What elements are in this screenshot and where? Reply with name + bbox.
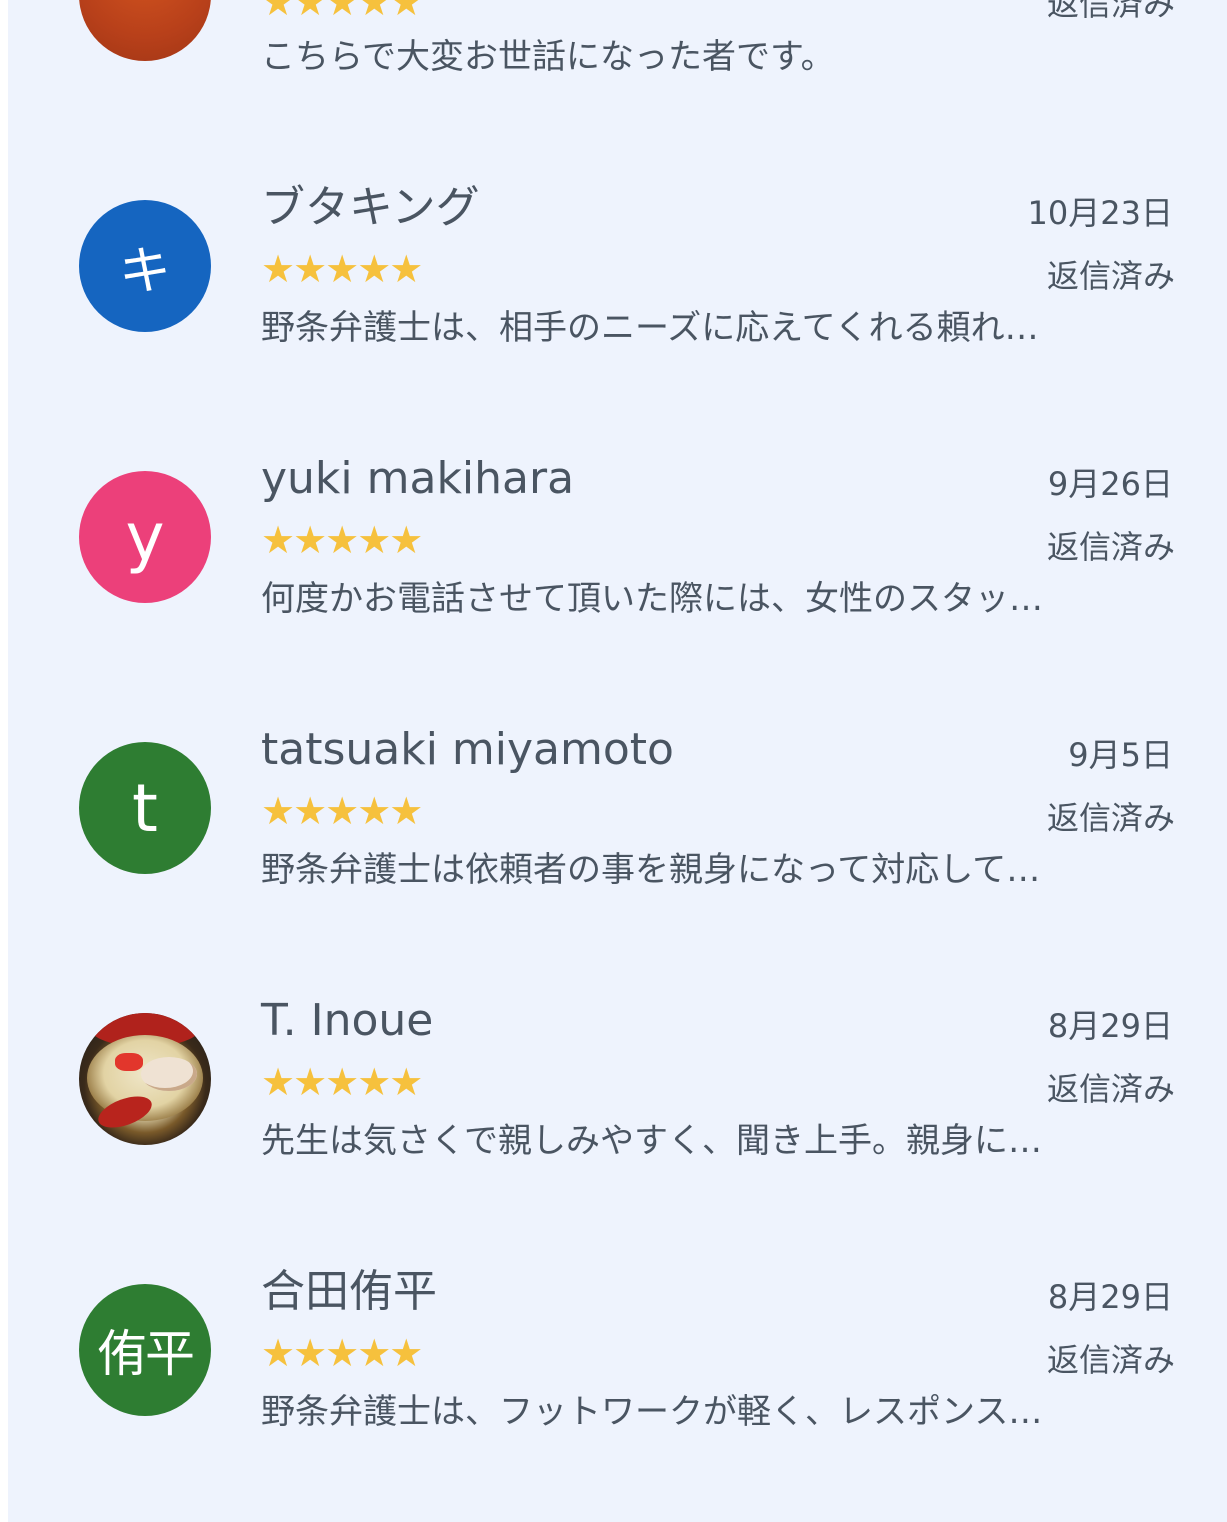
reviewer-name[interactable]: yuki makihara bbox=[261, 454, 574, 504]
reviews-list: ★★★★★ 返信済み こちらで大変お世話になった者です。 キ ブタキング 10月… bbox=[8, 0, 1227, 1522]
star-rating: ★★★★★ bbox=[261, 1331, 423, 1375]
reviewer-name[interactable]: 合田侑平 bbox=[261, 1267, 437, 1317]
review-date: 8月29日 bbox=[1047, 1007, 1173, 1045]
reviewer-avatar[interactable]: 侑平 bbox=[79, 1284, 211, 1416]
reviewer-name[interactable]: tatsuaki miyamoto bbox=[261, 725, 674, 775]
review-item[interactable]: y yuki makihara 9月26日 ★★★★★ 返信済み 何度かお電話さ… bbox=[8, 271, 1227, 619]
reviewer-name[interactable]: T. Inoue bbox=[261, 996, 433, 1046]
review-date: 9月5日 bbox=[1068, 736, 1173, 774]
replied-status: 返信済み bbox=[1046, 1341, 1175, 1379]
review-date: 9月26日 bbox=[1047, 465, 1173, 503]
avatar-initial: 侑平 bbox=[97, 1325, 195, 1383]
review-item[interactable]: キ ブタキング 10月23日 ★★★★★ 返信済み 野条弁護士は、相手のニーズに… bbox=[8, 0, 1227, 348]
review-item[interactable]: T. Inoue 8月29日 ★★★★★ 返信済み 先生は気さくで親しみやすく、… bbox=[8, 813, 1227, 1161]
photo-detail bbox=[115, 1053, 143, 1071]
review-text[interactable]: 野条弁護士は、フットワークが軽く、レスポンス… bbox=[261, 1390, 1173, 1434]
review-date: 8月29日 bbox=[1047, 1278, 1173, 1316]
review-item[interactable]: 侑平 合田侑平 8月29日 ★★★★★ 返信済み 野条弁護士は、フットワークが軽… bbox=[8, 1084, 1227, 1432]
review-item[interactable]: t tatsuaki miyamoto 9月5日 ★★★★★ 返信済み 野条弁護… bbox=[8, 542, 1227, 890]
review-date: 10月23日 bbox=[1027, 194, 1173, 232]
reviewer-name[interactable]: ブタキング bbox=[261, 183, 480, 233]
